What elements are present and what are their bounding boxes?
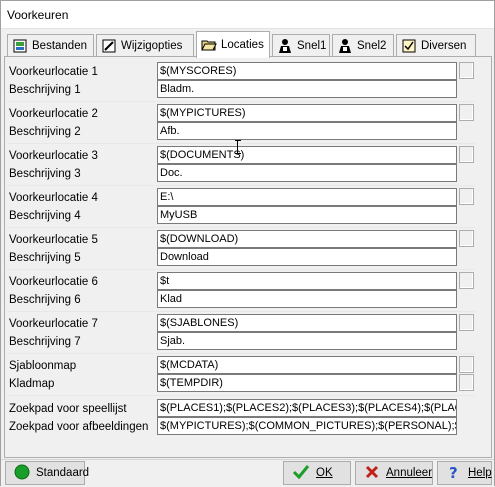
description-1-label: Beschrijving 1 bbox=[9, 84, 81, 96]
location-1-label: Voorkeurlocatie 1 bbox=[9, 66, 98, 78]
svg-text:?: ? bbox=[449, 464, 458, 480]
description-5-field[interactable]: Download bbox=[157, 248, 457, 266]
default-button[interactable]: Standaard bbox=[5, 461, 89, 485]
tab-label: Snel1 bbox=[297, 40, 327, 52]
location-3-label: Voorkeurlocatie 3 bbox=[9, 150, 98, 162]
person-2-icon bbox=[337, 38, 353, 54]
location-3-browse-button[interactable] bbox=[459, 146, 474, 163]
location-5-browse-button[interactable] bbox=[459, 230, 474, 247]
tab-snel1[interactable]: Snel1 bbox=[272, 34, 330, 57]
location-7-field[interactable]: $(SJABLONES) bbox=[157, 314, 457, 332]
location-7-label: Voorkeurlocatie 7 bbox=[9, 318, 98, 330]
tab-snel2[interactable]: Snel2 bbox=[332, 34, 394, 57]
ok-button[interactable]: OK bbox=[283, 461, 351, 485]
help-icon: ? bbox=[446, 464, 462, 483]
tab-label: Bestanden bbox=[32, 40, 87, 52]
location-2-browse-button[interactable] bbox=[459, 104, 474, 121]
cancel-button-label: Annuleer bbox=[386, 467, 433, 479]
tab-label: Diversen bbox=[421, 40, 467, 52]
location-6-field[interactable]: $t bbox=[157, 272, 457, 290]
location-4-label: Voorkeurlocatie 4 bbox=[9, 192, 98, 204]
location-1-browse-button[interactable] bbox=[459, 62, 474, 79]
tab-bestanden[interactable]: Bestanden bbox=[7, 34, 94, 57]
tab-strip: Bestanden Wijzigopties Locaties Snel1 Sn… bbox=[5, 31, 485, 58]
location-2-label: Voorkeurlocatie 2 bbox=[9, 108, 98, 120]
location-1-field[interactable]: $(MYSCORES) bbox=[157, 62, 457, 80]
description-6-field[interactable]: Klad bbox=[157, 290, 457, 308]
row-divider bbox=[7, 185, 475, 186]
location-6-label: Voorkeurlocatie 6 bbox=[9, 276, 98, 288]
description-3-label: Beschrijving 3 bbox=[9, 168, 81, 180]
row-divider bbox=[7, 143, 475, 144]
title-bar[interactable]: Voorkeuren bbox=[1, 1, 494, 29]
row-divider bbox=[7, 227, 475, 228]
files-icon bbox=[12, 38, 28, 54]
scratch-folder-field[interactable]: $(TEMPDIR) bbox=[157, 374, 457, 392]
row-divider bbox=[7, 311, 475, 312]
description-7-field[interactable]: Sjab. bbox=[157, 332, 457, 350]
description-2-field[interactable]: Afb. bbox=[157, 122, 457, 140]
person-1-icon bbox=[277, 38, 293, 54]
checklist-icon bbox=[401, 38, 417, 54]
location-5-field[interactable]: $(DOWNLOAD) bbox=[157, 230, 457, 248]
row-divider bbox=[7, 353, 475, 354]
scratch-folder-browse-button[interactable] bbox=[459, 374, 474, 391]
location-4-browse-button[interactable] bbox=[459, 188, 474, 205]
scratch-folder-label: Kladmap bbox=[9, 378, 55, 390]
description-2-label: Beschrijving 2 bbox=[9, 126, 81, 138]
location-3-field[interactable]: $(DOCUMENTS) bbox=[157, 146, 457, 164]
location-4-field[interactable]: E:\ bbox=[157, 188, 457, 206]
tab-locaties[interactable]: Locaties bbox=[196, 31, 270, 58]
default-dot-icon bbox=[14, 464, 30, 483]
default-button-label: Standaard bbox=[36, 467, 90, 479]
description-1-field[interactable]: Bladm. bbox=[157, 80, 457, 98]
row-divider bbox=[7, 101, 475, 102]
tab-label: Snel2 bbox=[357, 40, 387, 52]
ok-button-label: OK bbox=[316, 467, 333, 479]
location-6-browse-button[interactable] bbox=[459, 272, 474, 289]
cancel-button[interactable]: Annuleer bbox=[355, 461, 433, 485]
images-path-field[interactable]: $(MYPICTURES);$(COMMON_PICTURES);$(PERSO… bbox=[157, 417, 457, 435]
help-button[interactable]: ? Help bbox=[437, 461, 492, 485]
window-title: Voorkeuren bbox=[7, 8, 69, 22]
row-divider bbox=[7, 395, 475, 396]
tab-diversen[interactable]: Diversen bbox=[396, 34, 476, 57]
row-divider bbox=[7, 269, 475, 270]
tab-label: Locaties bbox=[221, 39, 264, 51]
template-folder-label: Sjabloonmap bbox=[9, 360, 77, 372]
text-cursor-icon bbox=[235, 140, 241, 154]
location-5-label: Voorkeurlocatie 5 bbox=[9, 234, 98, 246]
template-folder-field[interactable]: $(MCDATA) bbox=[157, 356, 457, 374]
preferences-window: Voorkeuren Bestanden Wijzigopties Locati… bbox=[0, 0, 495, 487]
edit-options-icon bbox=[101, 38, 117, 54]
description-5-label: Beschrijving 5 bbox=[9, 252, 81, 264]
close-icon bbox=[364, 464, 380, 483]
images-path-label: Zoekpad voor afbeeldingen bbox=[9, 421, 149, 433]
description-7-label: Beschrijving 7 bbox=[9, 336, 81, 348]
location-2-field[interactable]: $(MYPICTURES) bbox=[157, 104, 457, 122]
description-6-label: Beschrijving 6 bbox=[9, 294, 81, 306]
location-7-browse-button[interactable] bbox=[459, 314, 474, 331]
help-button-label: Help bbox=[468, 467, 492, 479]
tab-wijzigopties[interactable]: Wijzigopties bbox=[96, 34, 194, 57]
playlist-path-label: Zoekpad voor speellijst bbox=[9, 403, 127, 415]
description-4-field[interactable]: MyUSB bbox=[157, 206, 457, 224]
playlist-path-field[interactable]: $(PLACES1);$(PLACES2);$(PLACES3);$(PLACE… bbox=[157, 399, 457, 417]
description-3-field[interactable]: Doc. bbox=[157, 164, 457, 182]
checkmark-icon bbox=[292, 464, 310, 483]
folder-open-icon bbox=[201, 37, 217, 53]
template-folder-browse-button[interactable] bbox=[459, 356, 474, 373]
description-4-label: Beschrijving 4 bbox=[9, 210, 81, 222]
tab-label: Wijzigopties bbox=[121, 40, 183, 52]
